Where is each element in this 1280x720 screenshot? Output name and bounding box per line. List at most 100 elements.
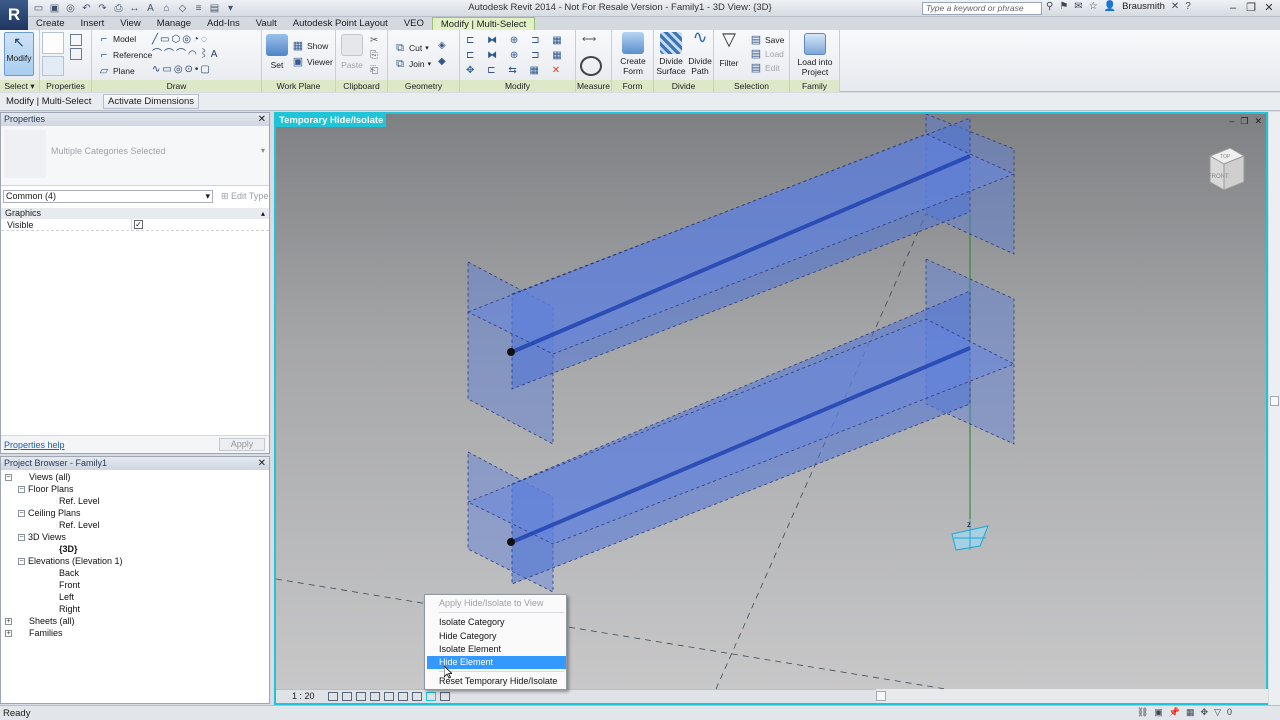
default-3d-view-icon[interactable]: ⌂	[160, 2, 173, 15]
close-icon[interactable]: ✕	[258, 113, 266, 126]
render-icon[interactable]	[384, 692, 394, 701]
properties-help-link[interactable]: Properties help	[4, 440, 65, 450]
menu-item-apply-to-view[interactable]: Apply Hide/Isolate to View	[427, 597, 566, 610]
print-icon[interactable]: ⎙	[112, 2, 125, 15]
visual-style-icon[interactable]	[342, 692, 352, 701]
properties-filter-dropdown[interactable]: Common (4)	[3, 190, 213, 203]
switch-windows-icon[interactable]: ▾	[224, 2, 237, 15]
reference-button[interactable]: ⌐ Reference	[98, 49, 152, 61]
measure-icon[interactable]: ↔	[128, 2, 141, 15]
browser-item[interactable]: 3D Views	[28, 532, 66, 542]
browser-item[interactable]: Back	[59, 568, 79, 578]
view-scale[interactable]: 1 : 20	[292, 691, 315, 701]
temporary-hide-isolate-icon[interactable]	[426, 692, 436, 701]
close-hidden-icon[interactable]: ▤	[208, 2, 221, 15]
tab-autodesk-point-layout[interactable]: Autodesk Point Layout	[285, 17, 396, 30]
sections-icon[interactable]: ◇	[176, 2, 189, 15]
tree-toggle-icon[interactable]: +	[5, 618, 12, 625]
redo-icon[interactable]: ↷	[96, 2, 109, 15]
sun-path-icon[interactable]	[356, 692, 366, 701]
filter-status-icon[interactable]: ▽	[1214, 707, 1221, 718]
horizontal-scrollbar[interactable]	[876, 689, 1268, 703]
browser-item[interactable]: Front	[59, 580, 80, 590]
view-minimize-icon[interactable]: –	[1229, 116, 1234, 127]
draw-tools-grid[interactable]: ╱▭⬡◎◔◌ ⌒⌒⌒◠⌇A ∿▭◎⊙•▢	[152, 32, 230, 77]
binoculars-icon[interactable]: ⚲	[1046, 1, 1053, 12]
browser-item[interactable]: Left	[59, 592, 74, 602]
cut-button[interactable]: ⧉ Cut ▾	[394, 42, 429, 54]
viewer-button[interactable]: ▣ Viewer	[292, 56, 333, 68]
undo-icon[interactable]: ↶	[80, 2, 93, 15]
tree-toggle-icon[interactable]: +	[5, 630, 12, 637]
vertical-scrollbar[interactable]	[1269, 112, 1280, 705]
tab-add-ins[interactable]: Add-Ins	[199, 17, 248, 30]
filter-button[interactable]: ▽ Filter	[716, 30, 742, 68]
modify-button[interactable]: ↖ Modify	[4, 32, 34, 76]
edit-type-button[interactable]: ⊞ Edit Type	[221, 191, 268, 202]
browser-item[interactable]: Elevations (Elevation 1)	[28, 556, 123, 566]
select-underlay-icon[interactable]: ▣	[1154, 707, 1163, 718]
load-selection-button[interactable]: ▤ Load	[750, 48, 784, 60]
tab-create[interactable]: Create	[28, 17, 73, 30]
menu-item-isolate-element[interactable]: Isolate Element	[427, 643, 566, 656]
username[interactable]: Brausmith	[1122, 1, 1165, 12]
maximize-button[interactable]: ❐	[1242, 0, 1260, 16]
save-icon[interactable]: ▣	[48, 2, 61, 15]
divide-path-button[interactable]: ∿ Divide Path	[686, 28, 714, 76]
subscription-icon[interactable]: ⚑	[1059, 1, 1068, 12]
favorites-icon[interactable]: ☆	[1089, 1, 1098, 12]
open-icon[interactable]: ▭	[32, 2, 45, 15]
show-crop-icon[interactable]	[412, 692, 422, 701]
application-menu-button[interactable]: R	[0, 0, 28, 30]
detail-level-icon[interactable]	[328, 692, 338, 701]
browser-item[interactable]: Ceiling Plans	[28, 508, 81, 518]
properties-icon[interactable]	[42, 32, 64, 54]
exchange-icon[interactable]: ✕	[1171, 1, 1179, 12]
browser-item[interactable]: Sheets (all)	[29, 616, 75, 626]
comm-center-icon[interactable]: ✉	[1074, 1, 1082, 12]
tab-insert[interactable]: Insert	[73, 17, 113, 30]
browser-item[interactable]: Views (all)	[29, 472, 70, 482]
save-selection-button[interactable]: ▤ Save	[750, 34, 785, 46]
text-icon[interactable]: A	[144, 2, 157, 15]
tab-manage[interactable]: Manage	[149, 17, 199, 30]
sync-icon[interactable]: ◎	[64, 2, 77, 15]
create-form-button[interactable]: Create Form	[614, 32, 652, 76]
origin-gizmo[interactable]: z	[951, 519, 989, 551]
crop-view-icon[interactable]	[398, 692, 408, 701]
set-button[interactable]: Set	[266, 34, 288, 70]
tree-toggle-icon[interactable]: −	[18, 558, 25, 565]
tab-veo[interactable]: VEO	[396, 17, 432, 30]
tab-modify-multi-select[interactable]: Modify | Multi-Select	[431, 17, 536, 30]
select-pinned-icon[interactable]: 📌	[1169, 707, 1180, 718]
plane-button[interactable]: ▱ Plane	[98, 65, 135, 77]
measure-icon[interactable]	[580, 56, 602, 76]
type-selector[interactable]: Multiple Categories Selected ▾	[1, 126, 269, 186]
tab-vault[interactable]: Vault	[248, 17, 285, 30]
close-icon[interactable]: ✕	[258, 457, 266, 470]
browser-item[interactable]: Families	[29, 628, 63, 638]
close-button[interactable]: ✕	[1260, 0, 1278, 16]
thin-lines-icon[interactable]: ≡	[192, 2, 205, 15]
visible-checkbox[interactable]: ✓	[134, 220, 143, 229]
graphics-group-header[interactable]: Graphics	[1, 208, 269, 219]
geometry-tools[interactable]: ◈ ◆	[438, 38, 446, 70]
load-into-project-button[interactable]: Load into Project	[792, 33, 838, 77]
aligned-dimension-icon[interactable]: ⟷	[582, 34, 596, 45]
divide-surface-button[interactable]: Divide Surface	[656, 32, 686, 76]
vertical-scroll-thumb[interactable]	[1270, 396, 1279, 406]
reveal-hidden-icon[interactable]	[440, 692, 450, 701]
browser-item[interactable]: Right	[59, 604, 80, 614]
tree-toggle-icon[interactable]: −	[18, 534, 25, 541]
clipboard-tools[interactable]: ✂ ⎘ ⎗	[370, 33, 378, 78]
family-types-icon[interactable]	[68, 32, 88, 76]
shadows-icon[interactable]	[370, 692, 380, 701]
select-dropdown[interactable]: Select ▾	[0, 80, 39, 92]
type-properties-icon[interactable]	[42, 56, 64, 76]
drag-elements-icon[interactable]: ✥	[1201, 707, 1209, 718]
menu-item-hide-category[interactable]: Hide Category	[427, 630, 566, 643]
apply-button[interactable]: Apply	[219, 438, 265, 451]
browser-item[interactable]: Floor Plans	[28, 484, 74, 494]
select-by-face-icon[interactable]: ▦	[1186, 707, 1195, 718]
show-button[interactable]: ▦ Show	[292, 40, 328, 52]
